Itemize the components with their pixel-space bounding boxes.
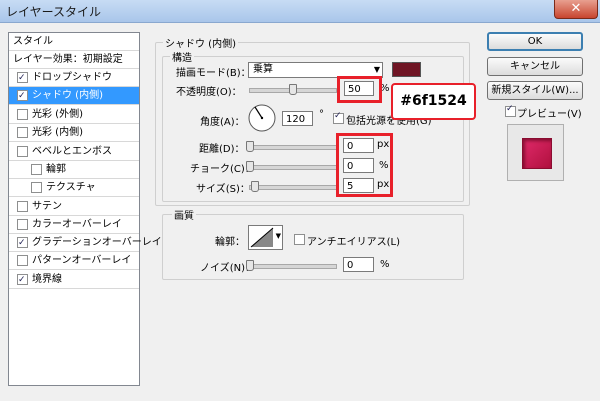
antialias-label: アンチエイリアス(L) [307,237,400,248]
noise-slider[interactable] [249,264,337,269]
style-list-item-label: テクスチャ [46,182,96,193]
style-list-item[interactable]: カラーオーバーレイ [9,216,139,234]
style-enable-checkbox[interactable] [31,182,42,193]
cancel-button[interactable]: キャンセル [487,57,583,76]
distance-slider-thumb[interactable] [246,141,254,152]
style-list-item-label: ドロップシャドウ [32,72,112,83]
choke-slider-thumb[interactable] [246,161,254,172]
ok-button[interactable]: OK [487,32,583,51]
chevron-down-icon: ▼ [373,65,380,74]
shadow-color-swatch[interactable] [392,62,421,77]
color-code-callout: #6f1524 [391,83,476,120]
style-enable-checkbox[interactable] [17,255,28,266]
contour-picker[interactable]: ▼ [248,225,283,250]
angle-input[interactable]: 120 [282,111,313,126]
distance-choke-size-highlight-frame [336,133,393,197]
inner-shadow-group-title: シャドウ (内側) [163,35,238,50]
style-list-item[interactable]: 光彩 (外側) [9,106,139,124]
style-list-item-label: シャドウ (内側) [32,90,103,101]
style-list-item[interactable]: グラデーションオーバーレイ [9,234,162,252]
size-slider-thumb[interactable] [251,181,259,192]
noise-input[interactable]: 0 [343,257,374,272]
antialias-checkbox[interactable] [294,234,305,245]
global-light-checkbox[interactable] [333,111,344,124]
style-list-item-label: パターンオーバーレイ [32,255,132,266]
noise-slider-thumb[interactable] [246,260,254,271]
style-preview-box [507,124,564,181]
style-enable-checkbox[interactable] [17,146,28,157]
style-preview-swatch [522,138,552,169]
title-bar: レイヤースタイル ✕ [0,0,600,23]
quality-group-title: 画質 [172,207,196,222]
styles-list: スタイルレイヤー効果：初期設定ドロップシャドウシャドウ (内側) 光彩 (外側) 光… [8,32,162,386]
style-enable-checkbox[interactable] [17,219,28,230]
style-enable-checkbox[interactable] [17,272,28,289]
style-list-item-label: カラーオーバーレイ [32,219,122,230]
style-list-item[interactable]: 光彩 (内側) [9,124,139,142]
style-enable-checkbox[interactable] [17,127,28,138]
distance-slider[interactable] [249,145,337,150]
style-enable-checkbox[interactable] [31,164,42,175]
style-list-item-label: グラデーションオーバーレイ [32,237,162,248]
structure-group-title: 構造 [170,49,194,64]
style-list-item-label: 光彩 (外側) [32,109,83,120]
style-list-item-label: スタイル [13,36,53,47]
contour-preview-icon [250,227,274,248]
style-list-item[interactable]: パターンオーバーレイ [9,252,139,270]
blend-mode-value: 乗算 [253,64,273,75]
angle-dial[interactable] [247,103,277,133]
style-enable-checkbox[interactable] [17,109,28,120]
distance-label: 距離(D)： [199,144,245,155]
style-enable-checkbox[interactable] [17,201,28,212]
preview-label: プレビュー(V) [517,109,582,120]
style-list-item[interactable]: テクスチャ [9,179,139,197]
opacity-highlight-frame [337,76,382,103]
style-list-item-label: ベベルとエンボス [32,146,112,157]
contour-label: 輪郭： [215,237,245,248]
style-list-item[interactable]: シャドウ (内側) [9,87,139,105]
style-list-item[interactable]: 境界線 [9,271,139,289]
style-list-item-label: 境界線 [32,274,62,285]
style-list-item[interactable]: ドロップシャドウ [9,69,139,87]
layer-style-dialog: レイヤースタイル ✕ スタイルレイヤー効果：初期設定ドロップシャドウシャドウ (… [0,0,600,401]
noise-unit: % [380,259,390,270]
close-icon[interactable]: ✕ [554,0,598,19]
style-list-item[interactable]: スタイル [9,33,139,51]
style-list-item-label: レイヤー効果：初期設定 [13,54,123,65]
blend-mode-label: 描画モード(B)： [176,68,251,79]
opacity-slider-thumb[interactable] [289,84,297,95]
style-list-item-label: サテン [32,201,62,212]
style-enable-checkbox[interactable] [17,235,28,252]
window-title: レイヤースタイル [6,5,102,19]
style-list-item[interactable]: 輪郭 [9,161,139,179]
new-style-button[interactable]: 新規スタイル(W)... [487,81,583,100]
style-list-item[interactable]: ベベルとエンボス [9,143,139,161]
style-enable-checkbox[interactable] [17,88,28,105]
angle-unit: ° [319,109,324,120]
choke-slider[interactable] [249,165,337,170]
style-list-item-label: 光彩 (内側) [32,127,83,138]
chevron-down-icon: ▼ [275,232,281,240]
size-label: サイズ(S)： [196,184,250,195]
style-list-item[interactable]: サテン [9,198,139,216]
size-slider[interactable] [249,185,337,190]
opacity-label: 不透明度(O)： [176,87,242,98]
style-list-item[interactable]: レイヤー効果：初期設定 [9,51,139,69]
style-list-item-label: 輪郭 [46,164,66,175]
angle-label: 角度(A)： [200,117,245,128]
preview-checkbox[interactable] [505,104,516,117]
style-enable-checkbox[interactable] [17,70,28,87]
